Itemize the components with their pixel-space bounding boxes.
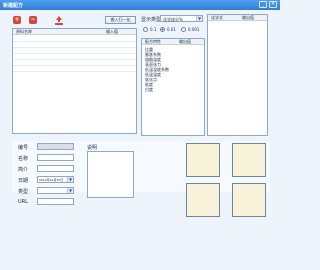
number-field[interactable] (37, 143, 74, 150)
radio-circle[interactable] (181, 27, 186, 32)
minus-icon[interactable]: − (29, 16, 37, 24)
chevron-down-icon: ▼ (67, 188, 73, 193)
column-header-output: 输出值 (179, 39, 191, 44)
image-slot-1[interactable] (186, 143, 220, 177)
minimize-button[interactable]: _ (259, 1, 267, 8)
import-normalize-button[interactable]: 输入归一化 (105, 16, 136, 24)
display-type-label: 显示类型 (141, 17, 162, 23)
list-item[interactable]: 白度 (145, 87, 153, 92)
save-icon[interactable] (53, 16, 65, 26)
column-header-input: 输入值 (106, 29, 118, 34)
radio-circle-selected[interactable] (160, 27, 165, 32)
property-table[interactable]: 配方特性 输出值 比重 膨胀系数 熔融温度 表面张力 低温温度系数 低温温度 软… (141, 38, 205, 136)
notes-textarea[interactable] (87, 151, 134, 198)
display-type-select[interactable]: 化学成分% ▼ (160, 15, 203, 22)
description-label: 简介 (18, 167, 29, 173)
number-label: 编号 (18, 145, 29, 151)
close-button[interactable]: × (269, 1, 277, 8)
category-select[interactable]: ▼ (37, 187, 74, 194)
image-slot-3[interactable] (186, 183, 220, 217)
column-header-output: 输出值 (242, 15, 254, 20)
chevron-down-icon: ▼ (196, 16, 202, 21)
date-label: 日期 (18, 178, 29, 184)
display-type-value: 化学成分% (163, 17, 183, 22)
title-bar (0, 0, 280, 10)
table-header: 化学式 输出值 (208, 15, 267, 21)
column-header-property: 配方特性 (145, 39, 161, 44)
date-picker[interactable]: 2012年10月25日 ▼ (37, 176, 74, 183)
name-label: 名称 (18, 156, 29, 162)
image-slot-4[interactable] (232, 183, 266, 217)
description-field[interactable] (37, 165, 74, 172)
name-field[interactable] (37, 154, 74, 161)
table-header: 原料名称 输入值 (13, 29, 136, 35)
raw-material-table[interactable]: 原料名称 输入值 (12, 28, 137, 134)
table-header: 配方特性 输出值 (142, 39, 204, 45)
plus-icon[interactable]: + (13, 16, 21, 24)
date-value: 2012年10月25日 (39, 178, 64, 182)
category-label: 类型 (18, 189, 29, 195)
url-field[interactable] (37, 198, 74, 205)
radio-label: 0.1 (150, 27, 157, 32)
window-title: 新建配方 (3, 3, 24, 9)
chemical-formula-table[interactable]: 化学式 输出值 (207, 14, 268, 136)
column-header-formula: 化学式 (211, 15, 223, 20)
radio-label: 0.01 (167, 27, 176, 32)
radio-label: 0.001 (188, 27, 200, 32)
image-slot-2[interactable] (232, 143, 266, 177)
url-label: URL (18, 199, 28, 205)
radio-circle[interactable] (143, 27, 148, 32)
chevron-down-icon: ▼ (67, 177, 73, 182)
notes-label: 说明 (87, 145, 98, 151)
column-header-material: 原料名称 (16, 29, 32, 34)
